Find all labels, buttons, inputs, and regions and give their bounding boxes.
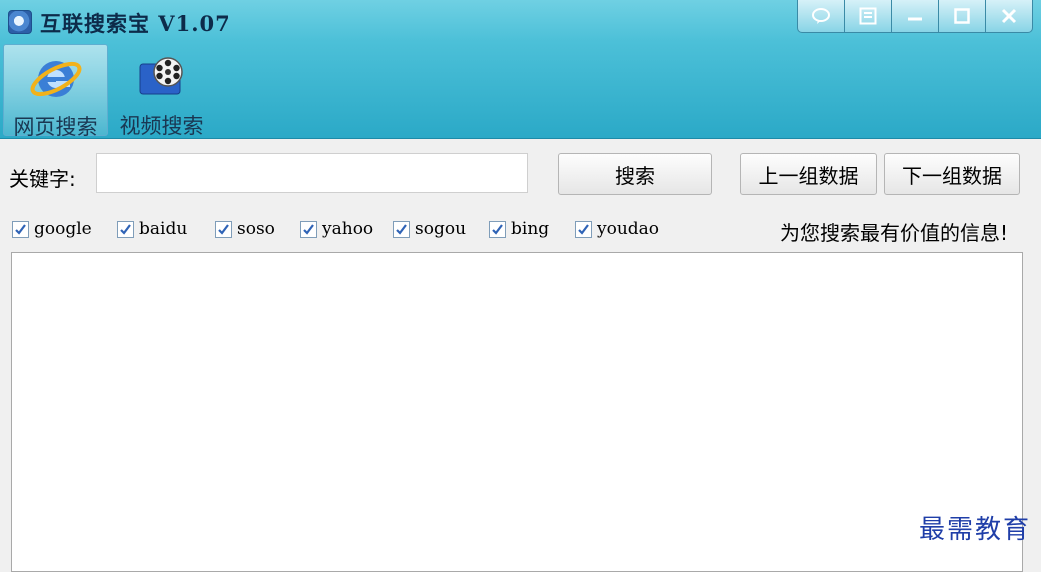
engine-yahoo-checkbox[interactable]: yahoo [300,219,373,239]
close-icon [1001,8,1017,24]
chat-bubble-icon [812,8,830,24]
app-logo-icon [8,10,32,34]
maximize-button[interactable] [938,0,985,32]
search-button[interactable]: 搜索 [558,153,712,195]
engine-youdao-checkbox[interactable]: youdao [575,219,659,239]
engine-label: youdao [597,219,660,239]
keyword-input[interactable] [96,153,528,193]
next-page-button[interactable]: 下一组数据 [884,153,1020,195]
engine-label: sogou [415,219,467,239]
slogan-text: 为您搜索最有价值的信息! [779,221,1008,245]
tab-video-search-label: 视频搜索 [119,114,204,138]
engine-label: bing [511,219,550,239]
tab-web-search[interactable]: 网页搜索 [3,44,108,139]
results-panel[interactable] [11,252,1023,572]
watermark-text: 最需教育 [918,515,1031,545]
checkmark-icon [12,220,29,238]
menu-button[interactable] [844,0,891,32]
minimize-button[interactable] [891,0,938,32]
film-reel-icon [134,48,190,104]
app-window: 互联搜索宝 V1.07 网页搜索 视频搜索 关键字: 搜索 上一组数据 下一组数… [0,0,1041,572]
title-bar: 互联搜索宝 V1.07 网页搜索 视频搜索 [0,0,1041,139]
engine-label: google [34,219,92,239]
tab-video-search[interactable]: 视频搜索 [110,44,213,138]
engine-sogou-checkbox[interactable]: sogou [393,219,466,239]
tab-web-search-label: 网页搜索 [13,115,98,139]
engine-label: baidu [139,219,188,239]
keyword-label: 关键字: [9,167,76,191]
checkmark-icon [489,220,506,238]
engine-label: yahoo [322,219,374,239]
internet-explorer-icon [28,49,84,105]
engine-google-checkbox[interactable]: google [12,219,92,239]
minimize-icon [908,17,922,21]
checkmark-icon [393,220,410,238]
feedback-button[interactable] [798,0,844,32]
close-button[interactable] [985,0,1032,32]
prev-page-button[interactable]: 上一组数据 [740,153,877,195]
checkmark-icon [215,220,232,238]
engine-soso-checkbox[interactable]: soso [215,219,275,239]
checkmark-icon [300,220,317,238]
engine-baidu-checkbox[interactable]: baidu [117,219,187,239]
window-controls [797,0,1033,33]
engine-label: soso [237,219,275,239]
main-panel: 关键字: 搜索 上一组数据 下一组数据 google baidu soso ya… [0,139,1041,572]
checkmark-icon [117,220,134,238]
app-title: 互联搜索宝 V1.07 [40,11,231,36]
checkmark-icon [575,220,592,238]
menu-icon [859,7,877,25]
maximize-icon [954,8,970,24]
engine-bing-checkbox[interactable]: bing [489,219,549,239]
